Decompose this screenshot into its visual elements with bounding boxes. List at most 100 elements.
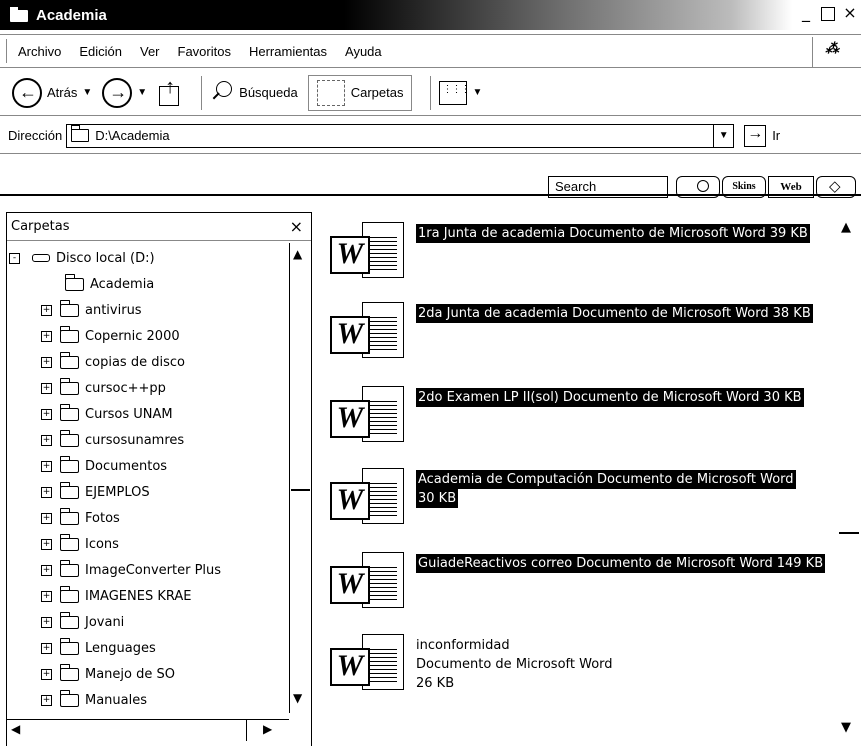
scroll-left-icon[interactable]: ◀ (11, 722, 20, 736)
file-type: Documento de Microsoft Word (595, 470, 796, 489)
expand-icon[interactable]: + (41, 694, 52, 706)
hscroll-thumb[interactable] (27, 720, 247, 741)
folders-vertical-scrollbar[interactable]: ▲ ▼ (289, 243, 311, 713)
expand-icon[interactable]: + (41, 538, 52, 550)
forward-dropdown-icon[interactable]: ▼ (137, 87, 147, 98)
folder-icon (59, 585, 79, 603)
tree-item[interactable]: Academia (7, 271, 289, 297)
scroll-thumb[interactable] (291, 271, 310, 491)
tree-item[interactable]: - Disco local (D:) (7, 245, 289, 271)
back-arrow-icon (12, 77, 42, 108)
folder-open-icon (64, 273, 84, 291)
search-input[interactable]: Search (548, 176, 668, 198)
tree-item[interactable]: + Cursos UNAM (7, 401, 289, 427)
tree-item[interactable]: + Manejo de SO (7, 661, 289, 687)
tree-item[interactable]: + IMAGENES KRAE (7, 583, 289, 609)
expand-icon[interactable]: + (41, 590, 52, 602)
eraser-button[interactable] (816, 176, 856, 198)
file-item[interactable]: W 2da Junta de academia Documento de Micro… (330, 294, 830, 374)
tree-item-label: Jovani (85, 614, 125, 630)
menu-edicion[interactable]: Edición (79, 44, 122, 59)
tree-item-label: Academia (90, 276, 155, 292)
word-logo-icon: W (330, 648, 370, 686)
tree-item[interactable]: + antivirus (7, 297, 289, 323)
skins-button[interactable]: Skins (722, 176, 766, 198)
tree-item[interactable]: + ImageConverter Plus (7, 557, 289, 583)
web-button[interactable]: Web (768, 176, 814, 198)
folder-icon (10, 7, 30, 23)
search-button[interactable]: Búsqueda (210, 79, 298, 107)
file-name: inconformidad (416, 638, 510, 653)
tree-item[interactable]: + Lenguages (7, 635, 289, 661)
scroll-right-icon[interactable]: ▶ (263, 722, 272, 736)
file-item[interactable]: W 2do Examen LP II(sol) Documento de Micro… (330, 378, 830, 458)
menu-ayuda[interactable]: Ayuda (345, 44, 382, 59)
tree-item[interactable]: + EJEMPLOS (7, 479, 289, 505)
back-dropdown-icon[interactable]: ▼ (82, 87, 92, 98)
address-field[interactable]: D:\Academia ▼ (66, 123, 735, 148)
file-item[interactable]: W 1ra Junta de academia Documento de Micro… (330, 214, 830, 294)
go-button[interactable]: Ir (744, 124, 781, 147)
expand-icon[interactable]: + (41, 460, 52, 472)
minimize-button[interactable]: _ (797, 5, 815, 23)
menu-favoritos[interactable]: Favoritos (178, 44, 231, 59)
file-item[interactable]: W Academia de Computación Documento de Mic… (330, 460, 830, 540)
file-item[interactable]: W GuiadeReactivos correo Documento de Micr… (330, 544, 830, 624)
menu-ver[interactable]: Ver (140, 44, 160, 59)
expand-icon[interactable]: + (41, 356, 52, 368)
tree-item[interactable]: + Copernic 2000 (7, 323, 289, 349)
close-button[interactable]: × (841, 5, 859, 23)
expand-icon[interactable]: + (41, 564, 52, 576)
expand-icon[interactable]: + (41, 408, 52, 420)
title-bar: Academia _ × (0, 0, 861, 30)
maximize-button[interactable] (821, 7, 835, 21)
tree-item[interactable]: + Manuales (7, 687, 289, 713)
expand-icon[interactable]: + (41, 486, 52, 498)
tree-item[interactable]: + cursoc++pp (7, 375, 289, 401)
search-go-button[interactable] (676, 176, 720, 198)
scroll-down-icon[interactable]: ▼ (293, 691, 302, 705)
expand-icon[interactable]: + (41, 382, 52, 394)
views-button[interactable]: ▼ (439, 80, 482, 105)
tree-item[interactable]: + Fotos (7, 505, 289, 531)
scroll-thumb[interactable] (839, 532, 859, 534)
up-button[interactable] (157, 76, 183, 108)
tree-item[interactable]: + cursosunamres (7, 427, 289, 453)
collapse-icon[interactable]: - (9, 252, 20, 264)
file-item[interactable]: Winconformidad Documento de Microsoft Wor… (330, 626, 830, 706)
file-details: 1ra Junta de academia Documento de Micros… (416, 224, 810, 243)
expand-icon[interactable]: + (41, 434, 52, 446)
file-size: 26 KB (416, 676, 455, 691)
menu-bar: Archivo Edición Ver Favoritos Herramient… (0, 34, 861, 68)
address-dropdown-icon[interactable]: ▼ (713, 124, 733, 147)
back-button[interactable]: Atrás ▼ (12, 77, 92, 108)
scroll-up-icon[interactable]: ▲ (841, 220, 851, 235)
forward-button[interactable]: ▼ (102, 77, 147, 108)
close-pane-icon[interactable]: × (290, 217, 303, 236)
menu-herramientas[interactable]: Herramientas (249, 44, 327, 59)
expand-icon[interactable]: + (41, 304, 52, 316)
views-dropdown-icon[interactable]: ▼ (472, 87, 482, 98)
file-details: inconformidad Documento de Microsoft Word… (416, 636, 613, 693)
file-list-scrollbar[interactable]: ▲ ▼ (831, 212, 861, 746)
tree-item[interactable]: + Icons (7, 531, 289, 557)
scroll-up-icon[interactable]: ▲ (293, 247, 302, 261)
expand-icon[interactable]: + (41, 330, 52, 342)
tree-item[interactable]: + copias de disco (7, 349, 289, 375)
expand-icon[interactable]: + (41, 642, 52, 654)
tree-item[interactable]: + Documentos (7, 453, 289, 479)
folders-button[interactable]: Carpetas (307, 74, 413, 111)
expand-icon[interactable]: + (41, 616, 52, 628)
folders-horizontal-scrollbar[interactable]: ◀ ▶ (7, 719, 289, 741)
scroll-down-icon[interactable]: ▼ (841, 720, 851, 735)
expand-icon[interactable]: + (41, 668, 52, 680)
tree-item[interactable]: + Jovani (7, 609, 289, 635)
toolbar-grip[interactable] (6, 39, 8, 63)
address-bar: Dirección D:\Academia ▼ Ir (0, 118, 861, 154)
tree-item-label: cursoc++pp (85, 380, 166, 396)
folder-icon (59, 481, 79, 499)
file-type: Documento de Microsoft Word (560, 388, 762, 407)
expand-icon[interactable]: + (41, 512, 52, 524)
menu-archivo[interactable]: Archivo (18, 44, 61, 59)
go-label: Ir (772, 128, 781, 143)
